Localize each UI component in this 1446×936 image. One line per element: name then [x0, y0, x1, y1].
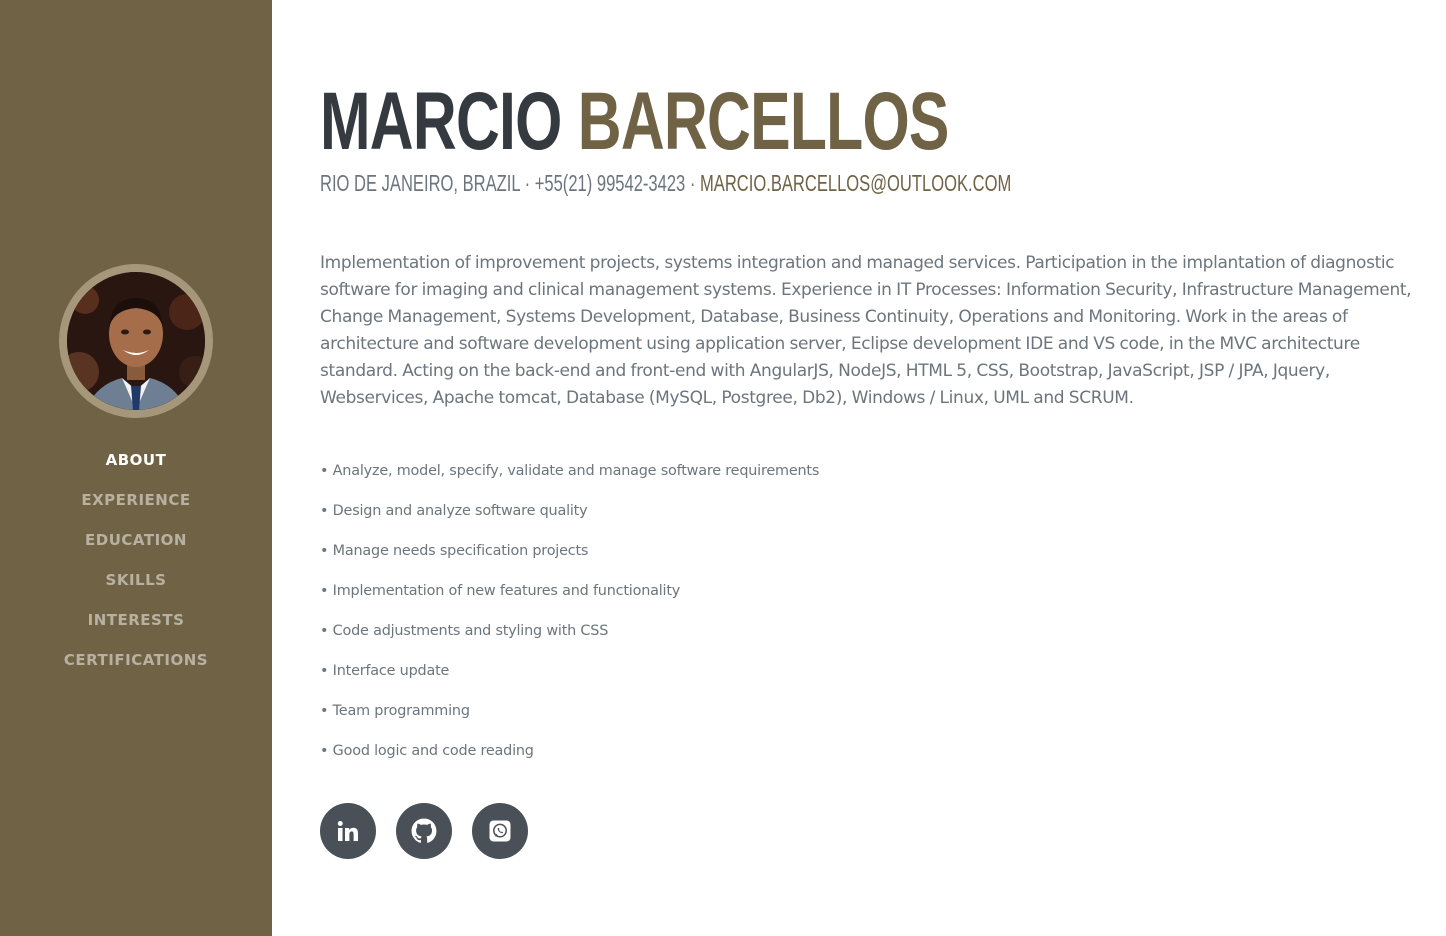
sidebar-nav: ABOUT EXPERIENCE EDUCATION SKILLS INTERE… [0, 448, 272, 688]
list-item: • Interface update [320, 663, 450, 679]
page-title: MARCIO BARCELLOS [320, 72, 949, 172]
nav-item-experience[interactable]: EXPERIENCE [0, 488, 272, 528]
avatar-photo-icon [67, 272, 205, 410]
nav-item-education[interactable]: EDUCATION [0, 528, 272, 568]
nav-item-about[interactable]: ABOUT [0, 448, 272, 488]
location: RIO DE JANEIRO, BRAZIL [320, 170, 520, 196]
list-item: • Manage needs specification projects [320, 543, 589, 559]
sidebar: ABOUT EXPERIENCE EDUCATION SKILLS INTERE… [0, 0, 272, 936]
phone: +55(21) 99542-3423 [534, 170, 686, 196]
contact-separator: · [689, 170, 696, 196]
linkedin-icon [337, 821, 358, 841]
last-name: BARCELLOS [577, 76, 950, 167]
whatsapp-icon [489, 820, 511, 842]
whatsapp-button[interactable] [472, 803, 528, 859]
list-item: • Code adjustments and styling with CSS [320, 623, 609, 639]
list-item: • Design and analyze software quality [320, 503, 588, 519]
bio-paragraph: Implementation of improvement projects, … [320, 253, 1412, 408]
avatar-photo [67, 272, 205, 410]
skills-bullet-list: • Analyze, model, specify, validate and … [320, 460, 819, 780]
github-button[interactable] [396, 803, 452, 859]
contact-line: RIO DE JANEIRO, BRAZIL · +55(21) 99542-3… [320, 168, 1011, 198]
nav-item-skills[interactable]: SKILLS [0, 568, 272, 608]
github-icon [411, 818, 437, 843]
linkedin-button[interactable] [320, 803, 376, 859]
list-item: • Analyze, model, specify, validate and … [320, 463, 820, 479]
avatar [59, 264, 213, 418]
first-name: MARCIO [320, 76, 562, 167]
list-item: • Implementation of new features and fun… [320, 583, 681, 599]
email-link[interactable]: MARCIO.BARCELLOS@OUTLOOK.COM [700, 170, 1011, 196]
nav-item-certifications[interactable]: CERTIFICATIONS [0, 648, 272, 688]
nav-item-interests[interactable]: INTERESTS [0, 608, 272, 648]
list-item: • Good logic and code reading [320, 743, 534, 759]
list-item: • Team programming [320, 703, 470, 719]
contact-separator: · [524, 170, 531, 196]
